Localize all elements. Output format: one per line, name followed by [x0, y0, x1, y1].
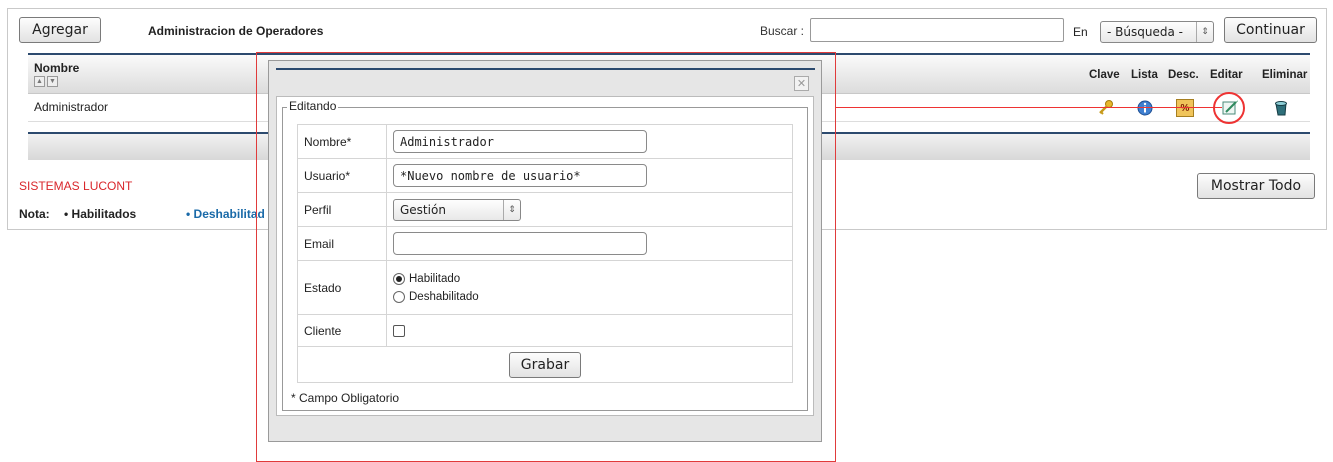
callout-line [836, 107, 1222, 108]
search-field-select-value: - Búsqueda - [1107, 25, 1183, 39]
perfil-select[interactable]: Gestión ⇕ [393, 198, 521, 221]
sort-asc-icon[interactable]: ▲ [34, 76, 45, 87]
page-title: Administracion de Operadores [148, 24, 324, 38]
nombre-label: Nombre* [297, 124, 387, 159]
company-name: SISTEMAS LUCONT [19, 179, 133, 193]
edit-form-table: Nombre* Administrador Usuario* *Nuevo no… [297, 124, 793, 383]
chevron-updown-icon: ⇕ [503, 199, 520, 220]
radio-deshabilitado[interactable] [393, 290, 405, 303]
email-label: Email [297, 226, 387, 261]
column-header-nombre[interactable]: Nombre [34, 61, 79, 75]
email-input[interactable] [393, 232, 647, 255]
column-header-editar: Editar [1210, 69, 1243, 81]
estado-option-deshabilitado[interactable]: Deshabilitado [393, 290, 786, 303]
operator-name-cell: Administrador [34, 100, 109, 114]
show-all-button[interactable]: Mostrar Todo [1197, 173, 1315, 199]
perfil-select-value: Gestión [400, 202, 446, 217]
save-button[interactable]: Grabar [509, 351, 581, 378]
usuario-label: Usuario* [297, 158, 387, 193]
sort-desc-icon[interactable]: ▼ [47, 76, 58, 87]
column-header-clave: Clave [1089, 69, 1120, 81]
chevron-updown-icon: ⇕ [1196, 22, 1213, 42]
column-header-desc: Desc. [1168, 69, 1199, 81]
required-footnote: * Campo Obligatorio [291, 391, 400, 405]
radio-habilitado-label: Habilitado [409, 272, 461, 285]
search-field-label: En [1073, 25, 1088, 39]
edit-highlight-circle [1213, 92, 1245, 124]
radio-habilitado[interactable] [393, 272, 405, 285]
dialog-top-border [276, 68, 815, 70]
cliente-label: Cliente [297, 314, 387, 347]
estado-option-habilitado[interactable]: Habilitado [393, 272, 786, 285]
estado-label: Estado [297, 260, 387, 315]
nombre-input[interactable]: Administrador [393, 130, 647, 153]
search-label: Buscar : [760, 24, 805, 38]
search-input[interactable] [810, 18, 1064, 42]
fieldset-legend: Editando [287, 99, 339, 113]
column-header-lista: Lista [1131, 69, 1158, 81]
continue-button[interactable]: Continuar [1224, 17, 1317, 43]
radio-deshabilitado-label: Deshabilitado [409, 290, 479, 303]
key-icon[interactable] [1097, 99, 1115, 117]
add-button[interactable]: Agregar [19, 17, 101, 43]
sort-controls: ▲ ▼ [34, 76, 58, 87]
usuario-input[interactable]: *Nuevo nombre de usuario* [393, 164, 647, 187]
perfil-label: Perfil [297, 192, 387, 227]
cliente-checkbox[interactable] [393, 324, 405, 337]
legend-enabled: • Habilitados [64, 207, 137, 221]
info-icon[interactable] [1136, 99, 1154, 117]
search-field-select[interactable]: - Búsqueda - ⇕ [1100, 21, 1214, 43]
close-icon[interactable]: ✕ [794, 76, 809, 91]
legend-disabled: • Deshabilitad [186, 207, 265, 221]
delete-icon[interactable] [1272, 99, 1290, 117]
column-header-eliminar: Eliminar [1262, 69, 1308, 81]
legend-note-label: Nota: [19, 207, 50, 221]
percent-icon[interactable]: % [1176, 99, 1194, 117]
